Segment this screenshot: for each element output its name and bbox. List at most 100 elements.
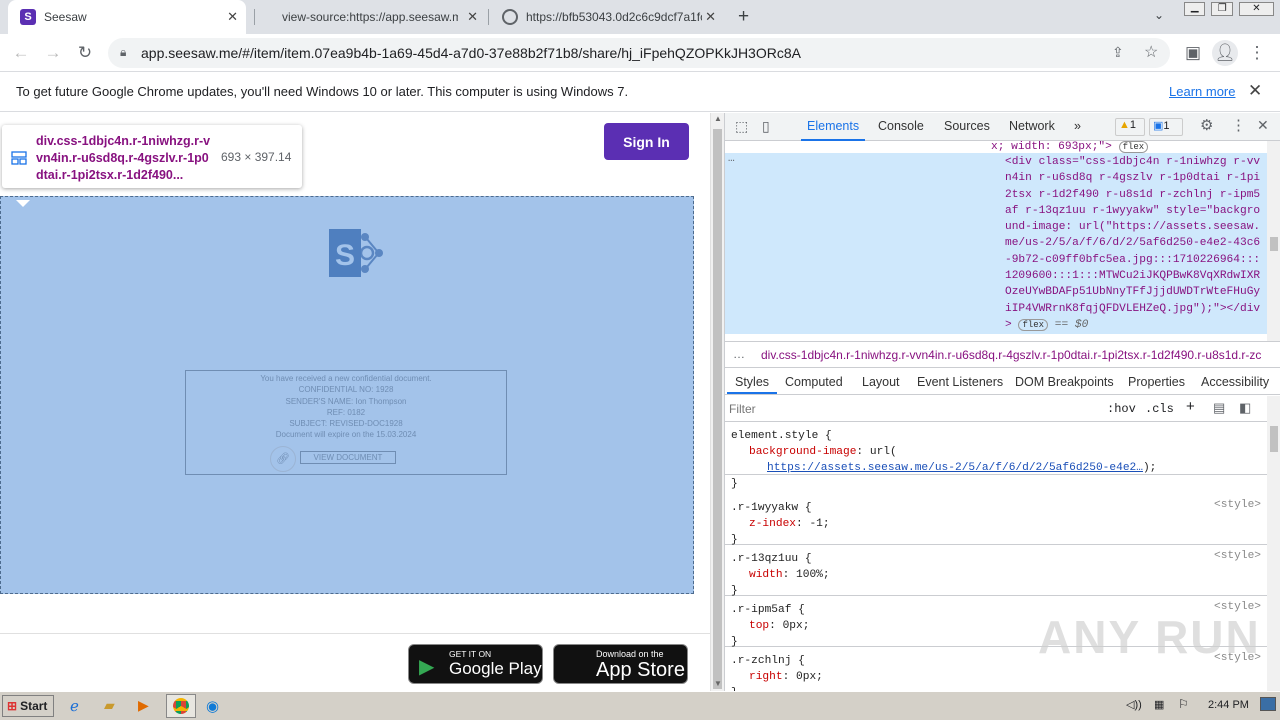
view-document-button[interactable]: VIEW DOCUMENT <box>300 451 396 464</box>
side-panel-icon[interactable]: ▣ <box>1180 40 1206 66</box>
scroll-down-icon[interactable]: ▼ <box>714 679 722 688</box>
close-window-icon[interactable]: ✕ <box>1238 2 1274 16</box>
tab-layout[interactable]: Layout <box>862 375 900 389</box>
hov-toggle[interactable]: :hov <box>1107 402 1136 416</box>
tab-computed[interactable]: Computed <box>785 375 843 389</box>
media-player-icon[interactable]: ▶ <box>138 697 149 714</box>
cls-toggle[interactable]: .cls <box>1145 402 1174 416</box>
chrome-taskbar-button[interactable] <box>166 694 196 718</box>
paint-icon[interactable]: ▤ <box>1213 400 1225 416</box>
tab-accessibility[interactable]: Accessibility <box>1201 375 1269 389</box>
toggle-sidebar-icon[interactable]: ◧ <box>1239 400 1251 416</box>
doc-line: Document will expire on the 15.03.2024 <box>275 430 417 440</box>
reload-icon[interactable]: ↻ <box>72 40 98 66</box>
dom-scrollbar[interactable] <box>1267 141 1280 341</box>
tab-styles[interactable]: Styles <box>735 375 769 389</box>
rule-prop[interactable]: top <box>749 620 769 632</box>
speaker-icon[interactable]: ◁)) <box>1126 698 1142 711</box>
dom-eq-label: == $0 <box>1054 318 1089 331</box>
rule-url-link[interactable]: https://assets.seesaw.me/us-2/5/a/f/6/d/… <box>767 462 1143 474</box>
tab-sources[interactable]: Sources <box>944 119 990 133</box>
page-scrollbar[interactable]: ▲ ▼ <box>710 113 724 691</box>
kebab-menu-icon[interactable]: ⋮ <box>1231 116 1246 134</box>
warnings-badge[interactable]: ▲1 <box>1115 118 1145 136</box>
sign-in-button[interactable]: Sign In <box>604 123 689 160</box>
tab-event-listeners[interactable]: Event Listeners <box>917 375 1003 389</box>
warning-icon: ▲ <box>1119 119 1130 131</box>
sharepoint-logo-icon: S <box>329 229 383 277</box>
ellipsis-icon[interactable]: … <box>728 153 735 165</box>
device-toolbar-icon[interactable]: ▯ <box>762 118 770 135</box>
rule-selector[interactable]: .r-13qz1uu { <box>731 551 1267 567</box>
rule-value[interactable]: 0px; <box>796 671 823 683</box>
inspect-element-icon[interactable]: ⬚ <box>735 118 748 135</box>
rule-source-link[interactable]: <style> <box>1214 497 1261 513</box>
profile-avatar-icon[interactable]: 👤︎ <box>1212 40 1238 66</box>
rule-prop[interactable]: width <box>749 569 783 581</box>
google-play-icon: ▶ <box>419 656 435 678</box>
close-tab-icon[interactable]: ✕ <box>227 9 238 25</box>
tab-console[interactable]: Console <box>878 119 924 133</box>
close-tab-icon[interactable]: ✕ <box>705 9 716 25</box>
scroll-up-icon[interactable]: ▲ <box>714 114 722 123</box>
restore-icon[interactable]: ❐ <box>1211 2 1233 16</box>
rule-source-link[interactable]: <style> <box>1214 548 1261 564</box>
rule-prop[interactable]: right <box>749 671 783 683</box>
tab-view-source[interactable]: view-source:https://app.seesaw.me ✕ <box>270 0 486 34</box>
tooltip-dimensions: 693 × 397.14 <box>221 150 292 164</box>
seesaw-favicon-icon: S <box>20 9 36 25</box>
show-desktop-icon[interactable] <box>1260 697 1276 711</box>
share-icon[interactable]: ⇪ <box>1112 44 1124 61</box>
learn-more-link[interactable]: Learn more <box>1169 84 1235 99</box>
ie-icon[interactable]: ℯ <box>70 697 79 715</box>
close-tab-icon[interactable]: ✕ <box>467 9 478 25</box>
tab-dom-breakpoints[interactable]: DOM Breakpoints <box>1015 375 1114 389</box>
tab-network[interactable]: Network <box>1009 119 1055 133</box>
address-bar[interactable]: 🔒︎ app.seesaw.me/#/item/item.07ea9b4b-1a… <box>108 38 1170 68</box>
app-store-badge[interactable]: Download on the App Store <box>553 644 688 684</box>
forward-icon[interactable]: → <box>40 40 66 66</box>
close-icon[interactable]: ✕ <box>1257 117 1269 134</box>
rule-value[interactable]: -1; <box>809 518 829 530</box>
back-icon[interactable]: ← <box>8 40 34 66</box>
minimize-icon[interactable]: ▁ <box>1184 2 1206 16</box>
start-button[interactable]: ⊞ Start <box>2 695 54 717</box>
breadcrumb-node[interactable]: div.css-1dbjc4n.r-1niwhzg.r-vvn4in.r-u6s… <box>761 348 1261 362</box>
rule-value[interactable]: 0px; <box>783 620 810 632</box>
gear-icon[interactable]: ⚙ <box>1200 116 1213 134</box>
doc-line: SUBJECT: REVISED-DOC1928 <box>289 419 403 429</box>
tab-bfb[interactable]: https://bfb53043.0d2c6c9dcf7a1fc6 ✕ <box>490 0 724 34</box>
network-icon[interactable]: ▦ <box>1154 698 1164 711</box>
edge-icon[interactable]: ◉ <box>206 697 219 715</box>
flag-icon[interactable]: ⚐ <box>1178 697 1189 711</box>
google-play-badge[interactable]: ▶ GET IT ON Google Play <box>408 644 543 684</box>
filter-input[interactable] <box>729 399 1097 418</box>
badge-big-text: Google Play <box>449 659 542 678</box>
menu-kebab-icon[interactable]: ⋮ <box>1244 40 1270 66</box>
messages-badge[interactable]: ▣1 <box>1149 118 1183 136</box>
bookmark-star-icon[interactable]: ☆ <box>1144 42 1158 62</box>
plus-icon[interactable]: + <box>738 6 749 28</box>
doc-line: SENDER'S NAME: Ion Thompson <box>285 396 407 406</box>
tab-elements[interactable]: Elements <box>800 119 866 141</box>
lock-icon[interactable]: 🔒︎ <box>120 45 126 60</box>
rule-selector[interactable]: element.style { <box>731 428 1267 444</box>
styles-scrollbar[interactable] <box>1267 396 1280 691</box>
close-icon[interactable]: ✕ <box>1248 81 1262 101</box>
tab-seesaw[interactable]: S Seesaw ✕ <box>8 0 246 34</box>
rule-prop[interactable]: z-index <box>749 518 796 530</box>
rule-value[interactable]: 100%; <box>796 569 830 581</box>
more-tabs-icon[interactable]: » <box>1074 119 1081 133</box>
plus-icon[interactable]: + <box>1186 398 1195 415</box>
ellipsis-icon[interactable]: … <box>733 347 745 361</box>
rule-value[interactable]: url( <box>870 446 897 458</box>
style-rule: .r-1wyyakw { z-index: -1; } <style> <box>725 494 1267 546</box>
tab-properties[interactable]: Properties <box>1128 375 1185 389</box>
flex-badge[interactable]: flex <box>1118 141 1149 153</box>
flex-badge[interactable]: flex <box>1018 318 1049 331</box>
rule-prop[interactable]: background-image <box>749 446 856 458</box>
rule-selector[interactable]: .r-1wyyakw { <box>731 500 1267 516</box>
tab-title: https://bfb53043.0d2c6c9dcf7a1fc6 <box>526 10 702 24</box>
tab-search-chevron-down-icon[interactable]: ⌄ <box>1154 8 1164 22</box>
folder-icon[interactable]: ▰ <box>104 697 115 714</box>
